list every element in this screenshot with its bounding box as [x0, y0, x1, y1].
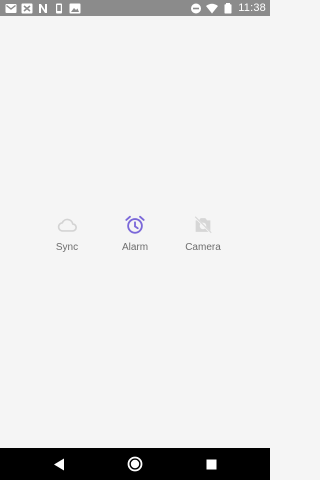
- notification-icons: [5, 3, 81, 14]
- gmail-icon: [5, 3, 17, 13]
- recents-icon: [206, 459, 216, 469]
- back-button[interactable]: [48, 454, 70, 474]
- alarm-clock-icon: [125, 215, 145, 234]
- navigation-bar: [0, 448, 270, 480]
- crossed-arrows-icon: [21, 3, 33, 13]
- camera-button[interactable]: Camera: [169, 214, 237, 264]
- status-bar: 11:38: [0, 0, 270, 16]
- icon-row: Sync Alarm Camera: [0, 214, 270, 264]
- phone-icon: [56, 3, 62, 13]
- battery-icon: [224, 2, 232, 14]
- sync-button[interactable]: Sync: [33, 214, 101, 264]
- clock: 11:38: [238, 2, 266, 14]
- recents-button[interactable]: [200, 454, 222, 474]
- home-icon: [127, 456, 143, 472]
- alarm-label: Alarm: [121, 242, 149, 253]
- sync-label: Sync: [55, 242, 79, 253]
- system-icons: 11:38: [190, 0, 266, 16]
- cloud-icon: [57, 218, 77, 232]
- photo-icon: [69, 3, 81, 13]
- main-content: Sync Alarm Camera: [0, 16, 270, 448]
- back-icon: [54, 458, 64, 470]
- do-not-disturb-icon: [191, 3, 202, 13]
- camera-label: Camera: [185, 242, 221, 253]
- wifi-icon: [206, 3, 219, 13]
- n-notification-icon: [39, 3, 47, 13]
- alarm-button[interactable]: Alarm: [101, 214, 169, 264]
- camera-off-icon: [194, 216, 212, 234]
- home-button[interactable]: [124, 454, 146, 474]
